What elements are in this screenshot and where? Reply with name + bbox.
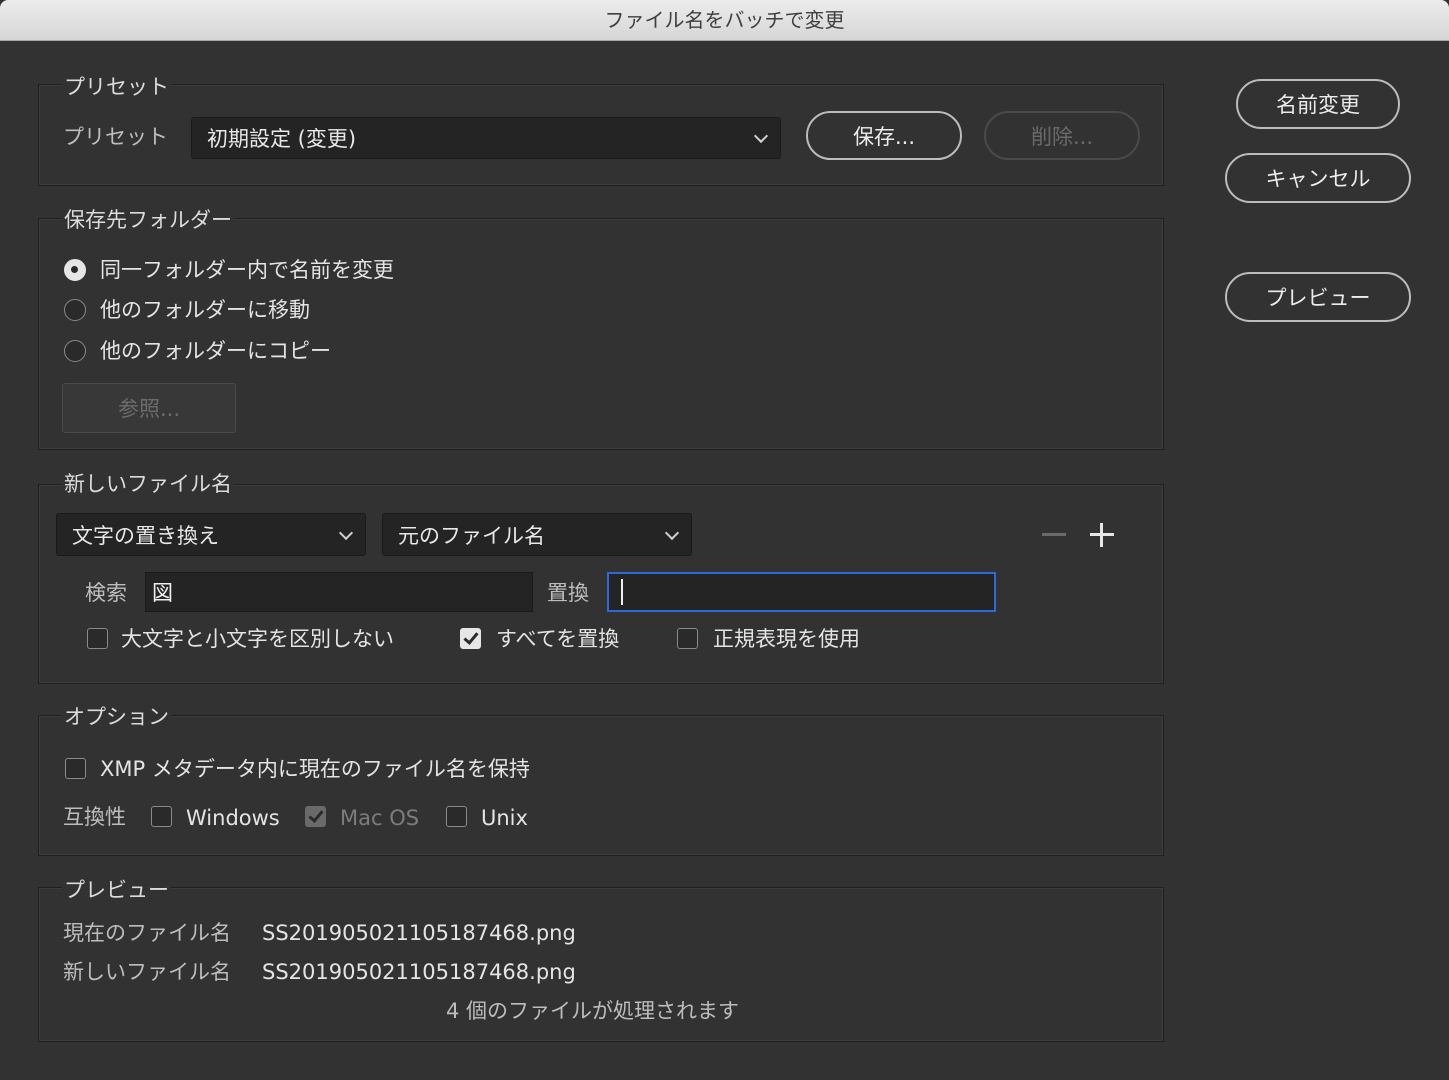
preset-select-value: 初期設定 (変更) <box>207 127 357 151</box>
unix-label: Unix <box>481 806 528 830</box>
windows-checkbox[interactable] <box>151 806 172 827</box>
new-name-value: SS201905021105187468.png <box>262 960 576 984</box>
rule-type-select[interactable]: 文字の置き換え <box>56 513 366 556</box>
chevron-down-icon <box>664 525 680 540</box>
rule-type-value: 文字の置き換え <box>72 523 219 548</box>
radio-copy-folder-label: 他のフォルダーにコピー <box>100 339 331 363</box>
chevron-down-icon <box>338 525 354 540</box>
remove-rule-icon[interactable] <box>1042 533 1066 536</box>
preset-label: プリセット <box>63 125 168 149</box>
radio-same-folder[interactable] <box>64 259 86 281</box>
radio-same-folder-label: 同一フォルダー内で名前を変更 <box>100 258 394 282</box>
destination-legend: 保存先フォルダー <box>62 207 234 233</box>
ignore-case-label: 大文字と小文字を区別しない <box>121 627 394 651</box>
find-label: 検索 <box>85 581 127 605</box>
ignore-case-checkbox[interactable] <box>87 628 108 649</box>
options-legend: オプション <box>62 704 171 730</box>
compat-label: 互換性 <box>63 805 126 829</box>
radio-move-folder-label: 他のフォルダーに移動 <box>100 298 310 322</box>
preview-button[interactable]: プレビュー <box>1225 272 1411 322</box>
preview-legend: プレビュー <box>62 877 171 903</box>
replace-all-checkbox[interactable] <box>460 628 481 649</box>
xmp-label: XMP メタデータ内に現在のファイル名を保持 <box>100 757 530 781</box>
rule-source-select[interactable]: 元のファイル名 <box>382 513 692 556</box>
replace-all-label: すべてを置換 <box>496 627 620 651</box>
find-input[interactable]: 図 <box>145 572 533 612</box>
regex-checkbox[interactable] <box>677 628 698 649</box>
replace-input[interactable] <box>607 572 996 612</box>
window-title: ファイル名をバッチで変更 <box>0 0 1449 41</box>
text-caret <box>621 579 623 605</box>
preset-select[interactable]: 初期設定 (変更) <box>191 117 781 159</box>
browse-button[interactable]: 参照... <box>62 383 236 433</box>
new-name-label: 新しいファイル名 <box>63 960 231 984</box>
save-preset-button[interactable]: 保存... <box>806 111 962 160</box>
macos-checkbox[interactable] <box>305 806 326 827</box>
chevron-down-icon <box>753 128 769 144</box>
regex-label: 正規表現を使用 <box>713 627 860 651</box>
find-input-value: 図 <box>152 581 173 605</box>
options-group <box>38 715 1164 856</box>
xmp-checkbox[interactable] <box>65 758 86 779</box>
radio-copy-folder[interactable] <box>64 340 86 362</box>
preset-legend: プリセット <box>62 74 171 100</box>
windows-label: Windows <box>186 806 280 830</box>
add-rule-icon-vertical[interactable] <box>1100 523 1103 547</box>
replace-label: 置換 <box>547 581 589 605</box>
files-summary: 4 個のファイルが処理されます <box>446 999 740 1023</box>
current-name-label: 現在のファイル名 <box>63 921 231 945</box>
unix-checkbox[interactable] <box>446 806 467 827</box>
macos-label: Mac OS <box>340 806 420 830</box>
new-name-legend: 新しいファイル名 <box>62 471 234 497</box>
rename-button[interactable]: 名前変更 <box>1236 79 1400 129</box>
radio-move-folder[interactable] <box>64 299 86 321</box>
current-name-value: SS20190502110518746​8.png <box>262 921 576 945</box>
cancel-button[interactable]: キャンセル <box>1225 153 1411 203</box>
rule-source-value: 元のファイル名 <box>398 523 545 548</box>
delete-preset-button[interactable]: 削除... <box>984 111 1140 160</box>
